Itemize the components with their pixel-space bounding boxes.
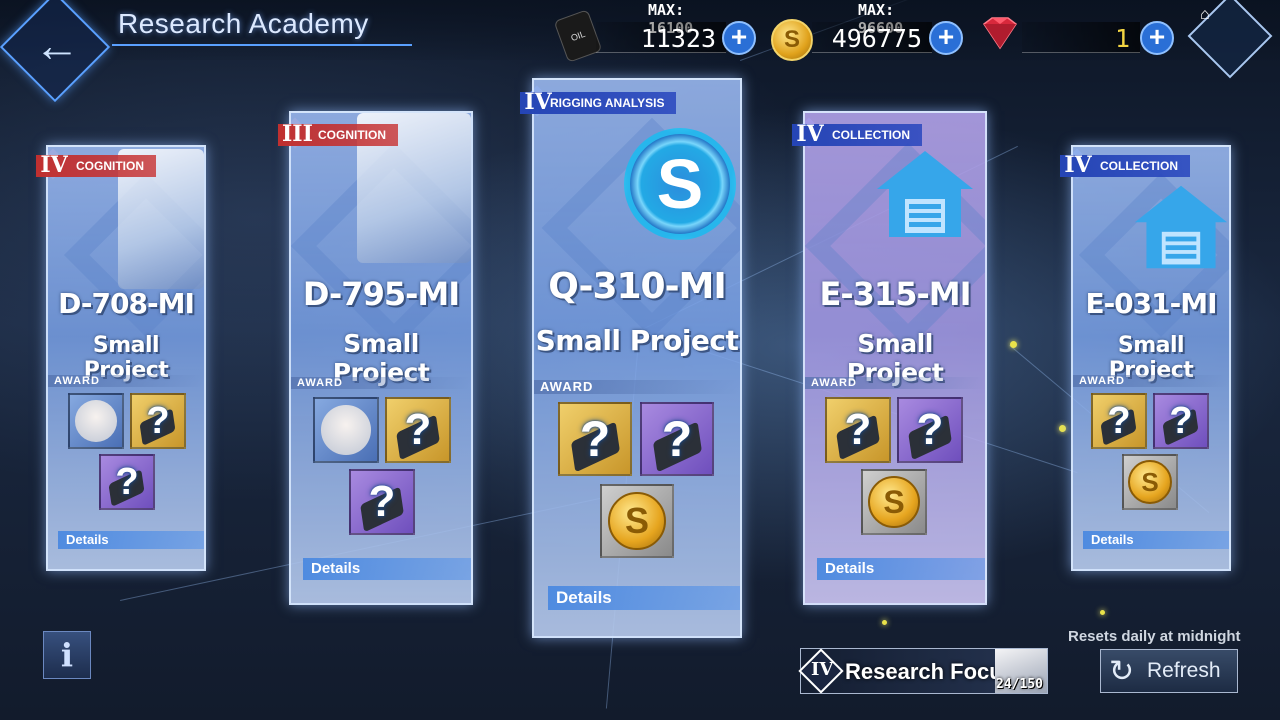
gold-coin-icon[interactable]: S xyxy=(600,484,674,558)
award-label: AWARD xyxy=(1073,375,1229,387)
details-button[interactable]: Details xyxy=(548,586,740,610)
tier-badge: IV xyxy=(40,152,68,178)
project-subtitle: Small Project xyxy=(535,324,739,357)
mystery-blueprint-icon[interactable]: ? xyxy=(385,397,451,463)
research-card-5[interactable]: E-031-MI Small Project AWARD ? ? S Detai… xyxy=(1071,145,1231,571)
back-button[interactable]: ← xyxy=(0,0,111,103)
category-label: COLLECTION xyxy=(832,128,910,142)
category-label: COGNITION xyxy=(318,128,386,142)
home-icon: ⌂ xyxy=(1200,6,1210,23)
page-title: Research Academy xyxy=(118,8,369,39)
add-gems-button[interactable]: + xyxy=(1140,21,1174,55)
add-oil-button[interactable]: + xyxy=(722,21,756,55)
info-button[interactable]: i xyxy=(43,631,91,679)
focus-count: 24/150 xyxy=(996,677,1043,692)
refresh-button[interactable]: ↻ Refresh xyxy=(1100,649,1238,693)
details-button[interactable]: Details xyxy=(58,531,204,549)
research-card-2[interactable]: D-795-MI Small Project AWARD ? ? Details xyxy=(289,111,473,605)
refresh-label: Refresh xyxy=(1147,659,1221,682)
details-button[interactable]: Details xyxy=(303,558,471,580)
details-button[interactable]: Details xyxy=(1083,531,1229,549)
research-card-1[interactable]: D-708-MI Small Project AWARD ? ? Details xyxy=(46,145,206,571)
research-card-4[interactable]: E-315-MI Small Project AWARD ? ? S Detai… xyxy=(803,111,987,605)
mystery-blueprint-icon[interactable]: ? xyxy=(1153,393,1209,449)
cognitive-chip-icon[interactable] xyxy=(68,393,124,449)
project-code: E-031-MI xyxy=(1085,287,1217,320)
award-label: AWARD xyxy=(534,380,740,394)
project-code: D-708-MI xyxy=(58,287,195,320)
mystery-blueprint-icon[interactable]: ? xyxy=(897,397,963,463)
gold-coin-icon: S xyxy=(771,19,813,61)
category-label: COLLECTION xyxy=(1100,159,1178,173)
back-arrow-icon: ← xyxy=(34,19,80,71)
coins-value: 496775 xyxy=(831,24,922,53)
reset-notice: Resets daily at midnight xyxy=(1068,628,1241,645)
card-2-category-tag: III COGNITION xyxy=(278,121,398,147)
cognitive-chip-icon[interactable] xyxy=(313,397,379,463)
gold-coin-icon[interactable]: S xyxy=(861,469,927,535)
focus-tier-badge: IV xyxy=(811,659,834,680)
tier-badge: IV xyxy=(796,121,824,147)
mystery-blueprint-icon[interactable]: ? xyxy=(558,402,632,476)
mystery-blueprint-icon[interactable]: ? xyxy=(99,454,155,510)
card-3-category-tag: IV RIGGING ANALYSIS xyxy=(520,89,677,115)
tier-badge: IV xyxy=(524,89,552,115)
title-underline xyxy=(112,44,412,46)
details-button[interactable]: Details xyxy=(817,558,985,580)
project-code: D-795-MI xyxy=(302,275,460,313)
mystery-blueprint-icon[interactable]: ? xyxy=(130,393,186,449)
red-gem-icon xyxy=(982,17,1018,50)
project-code: E-315-MI xyxy=(819,275,972,313)
tier-badge: IV xyxy=(1064,152,1092,178)
oil-value: 11323 xyxy=(640,24,716,53)
tier-badge: III xyxy=(282,121,313,147)
project-code: Q-310-MI xyxy=(548,266,727,307)
research-focus-label: Research Focus xyxy=(845,659,1015,684)
add-coins-button[interactable]: + xyxy=(929,21,963,55)
mystery-blueprint-icon[interactable]: ? xyxy=(1091,393,1147,449)
card-4-category-tag: IV COLLECTION xyxy=(792,121,922,147)
card-5-category-tag: IV COLLECTION xyxy=(1060,152,1190,178)
warehouse-icon xyxy=(877,151,973,237)
warehouse-icon xyxy=(1134,185,1228,269)
research-card-3[interactable]: S Q-310-MI Small Project AWARD ? ? S Det… xyxy=(532,78,742,638)
category-label: RIGGING ANALYSIS xyxy=(550,96,665,110)
award-label: AWARD xyxy=(805,377,985,389)
award-label: AWARD xyxy=(291,377,471,389)
mystery-blueprint-icon[interactable]: ? xyxy=(640,402,714,476)
refresh-icon: ↻ xyxy=(1109,655,1135,688)
category-label: COGNITION xyxy=(76,159,144,173)
research-focus-button[interactable]: IV Research Focus 24/150 xyxy=(798,648,1048,694)
award-label: AWARD xyxy=(48,375,204,387)
gems-value: 1 xyxy=(1114,24,1130,53)
card-1-category-tag: IV COGNITION xyxy=(36,152,156,178)
mystery-blueprint-icon[interactable]: ? xyxy=(825,397,891,463)
mystery-blueprint-icon[interactable]: ? xyxy=(349,469,415,535)
gold-coin-icon[interactable]: S xyxy=(1122,454,1178,510)
coin-emblem-icon: S xyxy=(624,128,736,240)
